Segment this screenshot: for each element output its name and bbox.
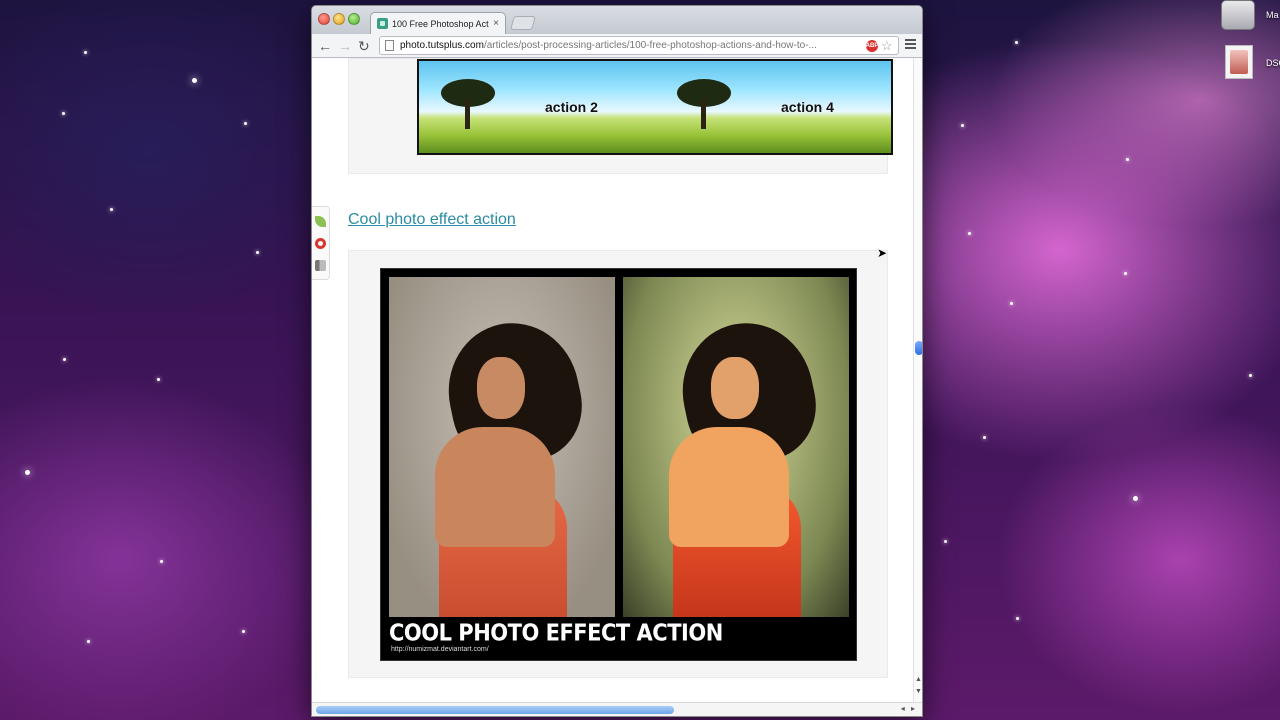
star <box>944 540 947 543</box>
body <box>669 427 789 547</box>
star <box>192 78 197 83</box>
tool-icon[interactable] <box>315 259 326 271</box>
figure-box-top: action 2 action 4 <box>348 58 893 174</box>
hard-drive-icon <box>1221 0 1255 30</box>
browser-toolbar: ← → ↻ photo.tutsplus.com/articles/post-p… <box>312 34 922 58</box>
star <box>87 640 90 643</box>
leaf-icon[interactable] <box>315 215 326 227</box>
scroll-down-arrow-icon[interactable]: ▼ <box>915 688 922 695</box>
url-text[interactable]: photo.tutsplus.com/articles/post-process… <box>400 40 862 51</box>
banner-label-action-4: action 4 <box>781 99 834 115</box>
star <box>1010 302 1013 305</box>
url-path: /articles/post-processing-articles/100-f… <box>483 40 817 51</box>
vertical-scroll-thumb[interactable] <box>915 341 922 355</box>
reload-button[interactable]: ↻ <box>358 37 370 55</box>
face <box>711 357 759 419</box>
address-bar[interactable]: photo.tutsplus.com/articles/post-process… <box>379 36 899 55</box>
browser-window: 100 Free Photoshop Actio × ← → ↻ photo.t… <box>311 5 923 717</box>
star <box>983 436 986 439</box>
tree-trunk <box>465 99 470 129</box>
star <box>1015 41 1018 44</box>
photo-before <box>389 277 615 617</box>
chrome-menu-icon[interactable] <box>905 39 916 51</box>
forward-button[interactable]: → <box>338 37 352 55</box>
star <box>110 208 113 211</box>
banner-label-action-2: action 2 <box>545 99 598 115</box>
scroll-left-right-arrows-icon[interactable]: ◂ ▸ <box>901 704 917 713</box>
vertical-scrollbar[interactable]: ▲ ▼ <box>913 58 922 702</box>
photo-after <box>623 277 849 617</box>
star <box>84 51 87 54</box>
star <box>1133 496 1138 501</box>
banner-half: action 2 <box>419 61 655 153</box>
star <box>1126 158 1129 161</box>
url-host: photo.tutsplus.com <box>400 40 484 51</box>
star <box>160 560 163 563</box>
adblock-icon[interactable]: ABP <box>866 39 878 52</box>
image-caption-title: COOL PHOTO EFFECT ACTION <box>389 619 723 647</box>
star <box>1249 374 1252 377</box>
star <box>242 630 245 633</box>
tab-close-icon[interactable]: × <box>493 18 499 29</box>
star <box>968 232 971 235</box>
lifebuoy-icon[interactable] <box>315 237 326 249</box>
scroll-up-arrow-icon[interactable]: ▲ <box>915 676 922 683</box>
page-viewport: action 2 action 4 Cool photo effect acti… <box>312 58 913 702</box>
star <box>63 358 66 361</box>
window-minimize-button[interactable] <box>333 13 345 25</box>
tab-active[interactable]: 100 Free Photoshop Actio × <box>370 12 506 34</box>
star <box>25 470 30 475</box>
extension-side-panel <box>312 206 330 280</box>
image-caption-url: http://numizmat.deviantart.com/ <box>391 646 489 653</box>
face <box>477 357 525 419</box>
new-tab-button[interactable] <box>510 16 536 30</box>
star <box>1124 272 1127 275</box>
cool-photo-effect-link[interactable]: Cool photo effect action <box>348 211 516 229</box>
desktop-drive-label: Ma <box>1266 10 1279 20</box>
banner-half: action 4 <box>655 61 891 153</box>
mouse-cursor-icon: ➤ <box>877 246 888 260</box>
cool-photo-effect-image[interactable]: COOL PHOTO EFFECT ACTION http://numizmat… <box>380 268 857 661</box>
page-icon <box>385 40 394 51</box>
tab-strip: 100 Free Photoshop Actio × <box>312 6 922 34</box>
tab-title: 100 Free Photoshop Actio <box>392 18 490 29</box>
tree-trunk <box>701 99 706 129</box>
body <box>435 427 555 547</box>
star <box>961 124 964 127</box>
desktop-file[interactable] <box>1225 45 1253 79</box>
horizontal-scroll-thumb[interactable] <box>316 706 674 714</box>
tutsplus-favicon-icon <box>377 18 388 29</box>
desktop-file-label: DSC <box>1266 58 1280 68</box>
back-button[interactable]: ← <box>318 37 332 55</box>
actions-banner-image: action 2 action 4 <box>417 59 893 155</box>
star <box>157 378 160 381</box>
bookmark-star-icon[interactable]: ☆ <box>881 38 893 54</box>
star <box>1016 617 1019 620</box>
window-close-button[interactable] <box>318 13 330 25</box>
window-zoom-button[interactable] <box>348 13 360 25</box>
star <box>62 112 65 115</box>
star <box>256 251 259 254</box>
desktop-drive[interactable] <box>1221 0 1255 30</box>
image-file-icon <box>1225 45 1253 79</box>
horizontal-scrollbar[interactable]: ◂ ▸ <box>312 702 922 716</box>
star <box>244 122 247 125</box>
